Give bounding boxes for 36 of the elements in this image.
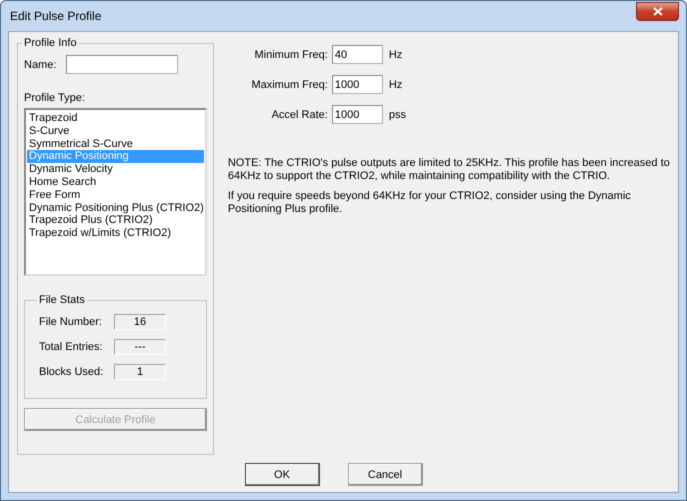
list-item[interactable]: Trapezoid w/Limits (CTRIO2) [27,227,204,240]
unit-label: Hz [388,78,402,90]
list-item[interactable]: Dynamic Positioning Plus (CTRIO2) [27,202,204,214]
list-item[interactable]: Trapezoid Plus (CTRIO2) [27,214,204,228]
unit-label: pss [388,108,406,120]
group-title: File Stats [38,294,86,306]
parameter-label: Minimum Freq: [254,48,329,60]
list-item[interactable]: S-Curve [27,124,204,138]
stat-label: File Number: [39,316,103,328]
stat-value: 16 [114,314,166,330]
note-text: If you require speeds beyond 64KHz for your CTRIO2, consider using the Dynamic Positioning Plus profile. [228,190,632,216]
list-item[interactable]: Free Form [27,188,204,202]
list-item[interactable]: Home Search [27,176,204,189]
list-item[interactable]: Dynamic Velocity [27,163,204,176]
note-text: NOTE: The CTRIO's pulse outputs are limited to 25KHz. This profile has been increased to 64KHz to support the CTRIO2, while maintaining compatibility with the CTRIO. [228,157,671,183]
stat-value: 1 [114,364,166,380]
unit-label: Hz [388,48,402,60]
field-label: Name: [24,58,56,70]
stat-label: Total Entries: [39,341,104,353]
name-field[interactable] [66,55,178,74]
close-button[interactable] [636,2,679,20]
parameter-field[interactable]: 1000 [332,105,383,124]
cancel-button[interactable]: Cancel [348,463,422,486]
window-title: Edit Pulse Profile [9,9,102,23]
parameter-label: Maximum Freq: [250,78,329,90]
stat-value: --- [114,339,166,355]
parameter-label: Accel Rate: [270,108,329,120]
close-icon [652,6,662,16]
group-title: Profile Info [23,37,78,49]
parameter-field[interactable]: 1000 [332,75,383,94]
list-item[interactable]: Trapezoid [27,112,204,125]
list-item[interactable]: Symmetrical S-Curve [27,138,204,150]
field-label: Profile Type: [24,92,86,104]
parameter-field[interactable]: 40 [332,45,383,64]
stat-label: Blocks Used: [39,366,104,378]
ok-button[interactable]: OK [244,463,320,486]
